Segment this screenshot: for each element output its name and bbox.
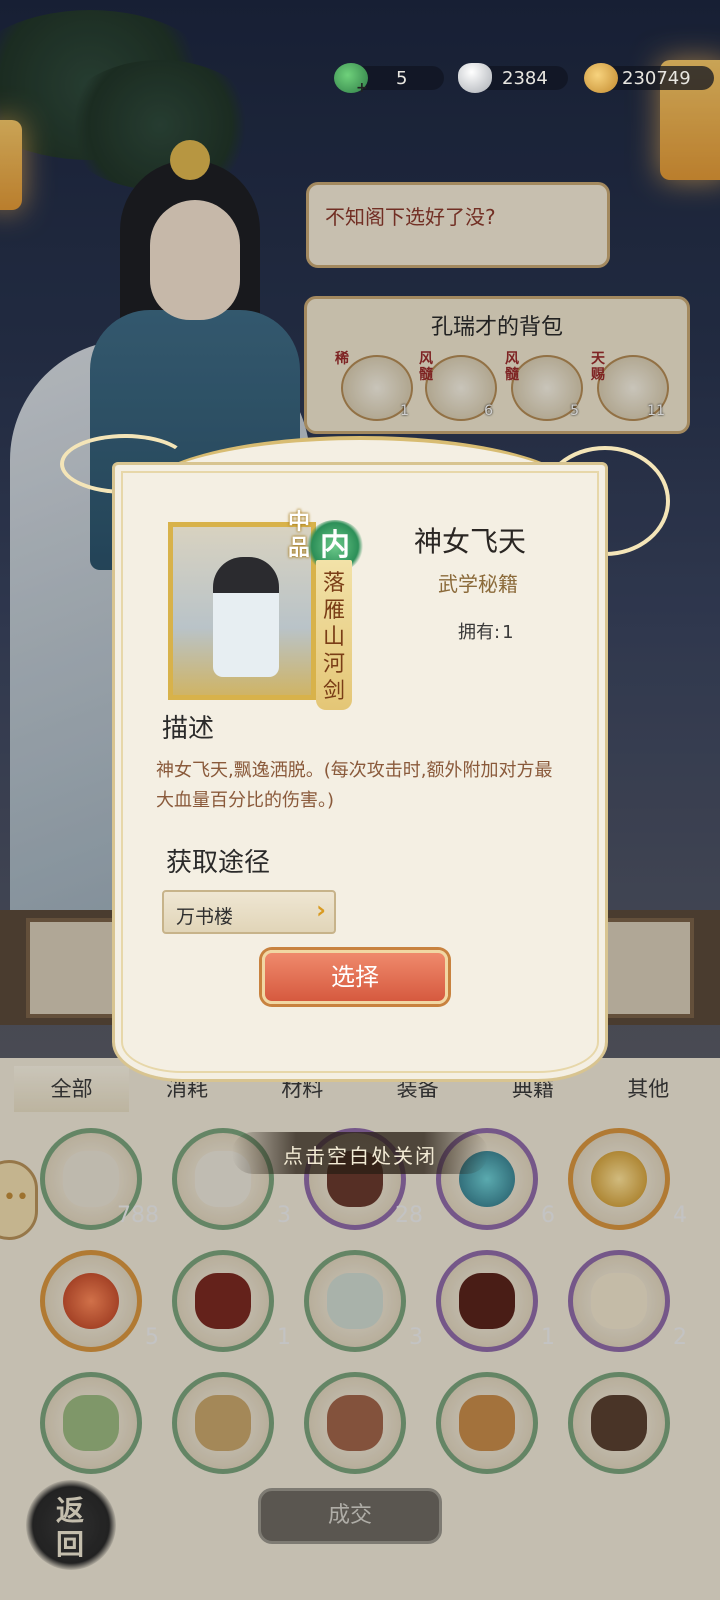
owned-count: 拥有: 1 [458, 618, 514, 644]
owned-label: 拥有: [458, 622, 501, 643]
source-label: 万书楼 [176, 906, 234, 928]
swordsman-figure [213, 557, 279, 677]
close-hint-text: 点击空白处关闭 [283, 1144, 437, 1168]
silver-value: 2384 [502, 67, 548, 89]
card-ribbon: 落雁山河剑 [316, 560, 352, 710]
silver-ingot-icon [458, 63, 492, 93]
plus-icon: + [356, 80, 368, 96]
source-title: 获取途径 [166, 848, 271, 878]
copper-value: 230749 [622, 67, 691, 89]
item-name: 神女飞天 [414, 525, 527, 558]
jade-value: 5 [396, 67, 408, 89]
description-title: 描述 [162, 714, 215, 744]
coin-icon [584, 63, 618, 93]
source-link[interactable]: 万书楼 › [162, 890, 336, 934]
chevron-right-icon: › [316, 896, 326, 924]
owned-value: 1 [502, 622, 514, 643]
item-type: 武学秘籍 [438, 572, 518, 596]
select-button[interactable]: 选择 [262, 950, 448, 1004]
close-hint: 点击空白处关闭 [232, 1132, 488, 1174]
item-description: 神女飞天,飘逸洒脱。(每次攻击时,额外附加对方最大血量百分比的伤害。) [156, 760, 553, 811]
